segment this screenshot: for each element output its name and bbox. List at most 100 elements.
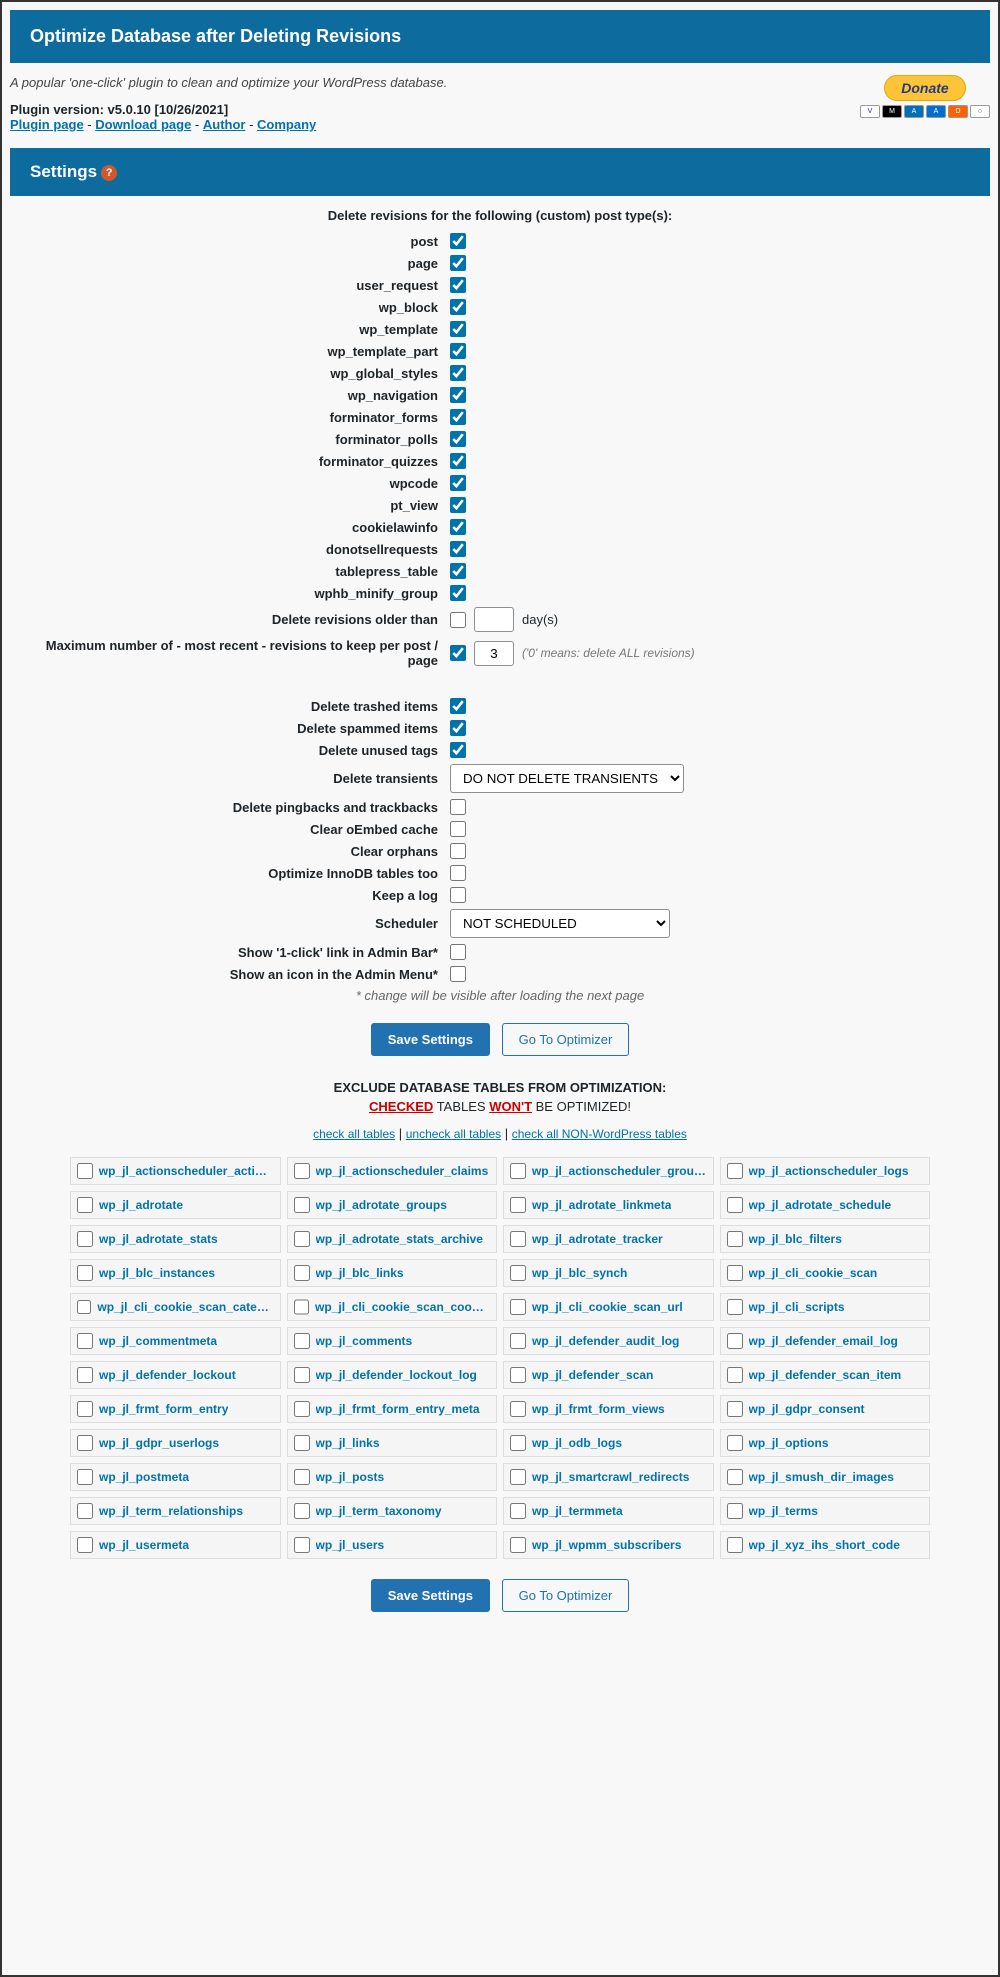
table-checkbox[interactable] <box>294 1333 310 1349</box>
table-link[interactable]: wp_jl_actionscheduler_actions <box>99 1164 274 1178</box>
download-page-link[interactable]: Download page <box>95 117 191 132</box>
post-type-checkbox[interactable] <box>450 585 466 601</box>
table-link[interactable]: wp_jl_adrotate <box>99 1198 183 1212</box>
table-link[interactable]: wp_jl_smartcrawl_redirects <box>532 1470 689 1484</box>
table-link[interactable]: wp_jl_frmt_form_entry_meta <box>316 1402 480 1416</box>
table-link[interactable]: wp_jl_blc_synch <box>532 1266 627 1280</box>
scheduler-select[interactable]: NOT SCHEDULED <box>450 909 670 938</box>
post-type-checkbox[interactable] <box>450 497 466 513</box>
table-link[interactable]: wp_jl_postmeta <box>99 1470 189 1484</box>
table-checkbox[interactable] <box>77 1435 93 1451</box>
table-link[interactable]: wp_jl_defender_lockout_log <box>316 1368 477 1382</box>
table-checkbox[interactable] <box>510 1299 526 1315</box>
table-checkbox[interactable] <box>727 1537 743 1553</box>
table-link[interactable]: wp_jl_blc_filters <box>749 1232 842 1246</box>
table-checkbox[interactable] <box>77 1265 93 1281</box>
table-checkbox[interactable] <box>77 1469 93 1485</box>
table-checkbox[interactable] <box>510 1163 526 1179</box>
table-checkbox[interactable] <box>510 1503 526 1519</box>
unused_tags-checkbox[interactable] <box>450 742 466 758</box>
table-checkbox[interactable] <box>510 1367 526 1383</box>
save-settings-button[interactable]: Save Settings <box>371 1023 490 1056</box>
transients-select[interactable]: DO NOT DELETE TRANSIENTS <box>450 764 684 793</box>
donate-button[interactable]: Donate <box>884 75 965 101</box>
table-link[interactable]: wp_jl_terms <box>749 1504 818 1518</box>
table-checkbox[interactable] <box>510 1197 526 1213</box>
table-checkbox[interactable] <box>294 1435 310 1451</box>
table-checkbox[interactable] <box>510 1333 526 1349</box>
one_click-checkbox[interactable] <box>450 944 466 960</box>
table-checkbox[interactable] <box>77 1333 93 1349</box>
help-icon[interactable]: ? <box>101 165 117 181</box>
table-checkbox[interactable] <box>727 1333 743 1349</box>
table-checkbox[interactable] <box>727 1503 743 1519</box>
table-link[interactable]: wp_jl_adrotate_stats <box>99 1232 218 1246</box>
go-to-optimizer-button[interactable]: Go To Optimizer <box>502 1023 630 1056</box>
table-checkbox[interactable] <box>727 1401 743 1417</box>
innodb-checkbox[interactable] <box>450 865 466 881</box>
table-checkbox[interactable] <box>727 1231 743 1247</box>
table-link[interactable]: wp_jl_smush_dir_images <box>749 1470 894 1484</box>
table-checkbox[interactable] <box>727 1299 743 1315</box>
post-type-checkbox[interactable] <box>450 519 466 535</box>
table-checkbox[interactable] <box>77 1299 91 1315</box>
table-link[interactable]: wp_jl_usermeta <box>99 1538 189 1552</box>
table-checkbox[interactable] <box>727 1265 743 1281</box>
table-link[interactable]: wp_jl_xyz_ihs_short_code <box>749 1538 900 1552</box>
post-type-checkbox[interactable] <box>450 409 466 425</box>
table-checkbox[interactable] <box>77 1401 93 1417</box>
post-type-checkbox[interactable] <box>450 365 466 381</box>
table-checkbox[interactable] <box>77 1367 93 1383</box>
table-link[interactable]: wp_jl_actionscheduler_logs <box>749 1164 909 1178</box>
table-checkbox[interactable] <box>77 1503 93 1519</box>
table-link[interactable]: wp_jl_cli_cookie_scan_url <box>532 1300 683 1314</box>
table-checkbox[interactable] <box>727 1163 743 1179</box>
post-type-checkbox[interactable] <box>450 387 466 403</box>
orphans-checkbox[interactable] <box>450 843 466 859</box>
table-link[interactable]: wp_jl_gdpr_consent <box>749 1402 865 1416</box>
spammed-checkbox[interactable] <box>450 720 466 736</box>
author-link[interactable]: Author <box>203 117 246 132</box>
keep_log-checkbox[interactable] <box>450 887 466 903</box>
table-link[interactable]: wp_jl_frmt_form_views <box>532 1402 665 1416</box>
table-checkbox[interactable] <box>294 1163 310 1179</box>
table-link[interactable]: wp_jl_defender_email_log <box>749 1334 898 1348</box>
table-link[interactable]: wp_jl_cli_scripts <box>749 1300 845 1314</box>
table-link[interactable]: wp_jl_term_relationships <box>99 1504 243 1518</box>
table-checkbox[interactable] <box>510 1469 526 1485</box>
post-type-checkbox[interactable] <box>450 563 466 579</box>
table-link[interactable]: wp_jl_frmt_form_entry <box>99 1402 228 1416</box>
table-link[interactable]: wp_jl_gdpr_userlogs <box>99 1436 219 1450</box>
table-checkbox[interactable] <box>294 1537 310 1553</box>
post-type-checkbox[interactable] <box>450 299 466 315</box>
table-link[interactable]: wp_jl_users <box>316 1538 385 1552</box>
table-link[interactable]: wp_jl_adrotate_tracker <box>532 1232 663 1246</box>
table-checkbox[interactable] <box>294 1265 310 1281</box>
table-link[interactable]: wp_jl_adrotate_groups <box>316 1198 447 1212</box>
table-link[interactable]: wp_jl_commentmeta <box>99 1334 217 1348</box>
plugin-page-link[interactable]: Plugin page <box>10 117 84 132</box>
go-to-optimizer-button-bottom[interactable]: Go To Optimizer <box>502 1579 630 1612</box>
table-link[interactable]: wp_jl_cli_cookie_scan <box>749 1266 878 1280</box>
table-checkbox[interactable] <box>510 1537 526 1553</box>
table-checkbox[interactable] <box>294 1231 310 1247</box>
table-link[interactable]: wp_jl_odb_logs <box>532 1436 622 1450</box>
max-keep-input[interactable] <box>474 641 514 666</box>
table-checkbox[interactable] <box>294 1197 310 1213</box>
table-checkbox[interactable] <box>727 1469 743 1485</box>
table-link[interactable]: wp_jl_options <box>749 1436 829 1450</box>
table-link[interactable]: wp_jl_termmeta <box>532 1504 623 1518</box>
table-link[interactable]: wp_jl_wpmm_subscribers <box>532 1538 681 1552</box>
table-checkbox[interactable] <box>294 1299 310 1315</box>
table-link[interactable]: wp_jl_comments <box>316 1334 413 1348</box>
trashed-checkbox[interactable] <box>450 698 466 714</box>
check-all-link[interactable]: check all tables <box>313 1127 395 1141</box>
table-checkbox[interactable] <box>294 1401 310 1417</box>
table-checkbox[interactable] <box>727 1367 743 1383</box>
post-type-checkbox[interactable] <box>450 321 466 337</box>
table-link[interactable]: wp_jl_term_taxonomy <box>316 1504 442 1518</box>
table-checkbox[interactable] <box>727 1197 743 1213</box>
table-link[interactable]: wp_jl_adrotate_schedule <box>749 1198 892 1212</box>
table-checkbox[interactable] <box>77 1231 93 1247</box>
table-checkbox[interactable] <box>510 1265 526 1281</box>
